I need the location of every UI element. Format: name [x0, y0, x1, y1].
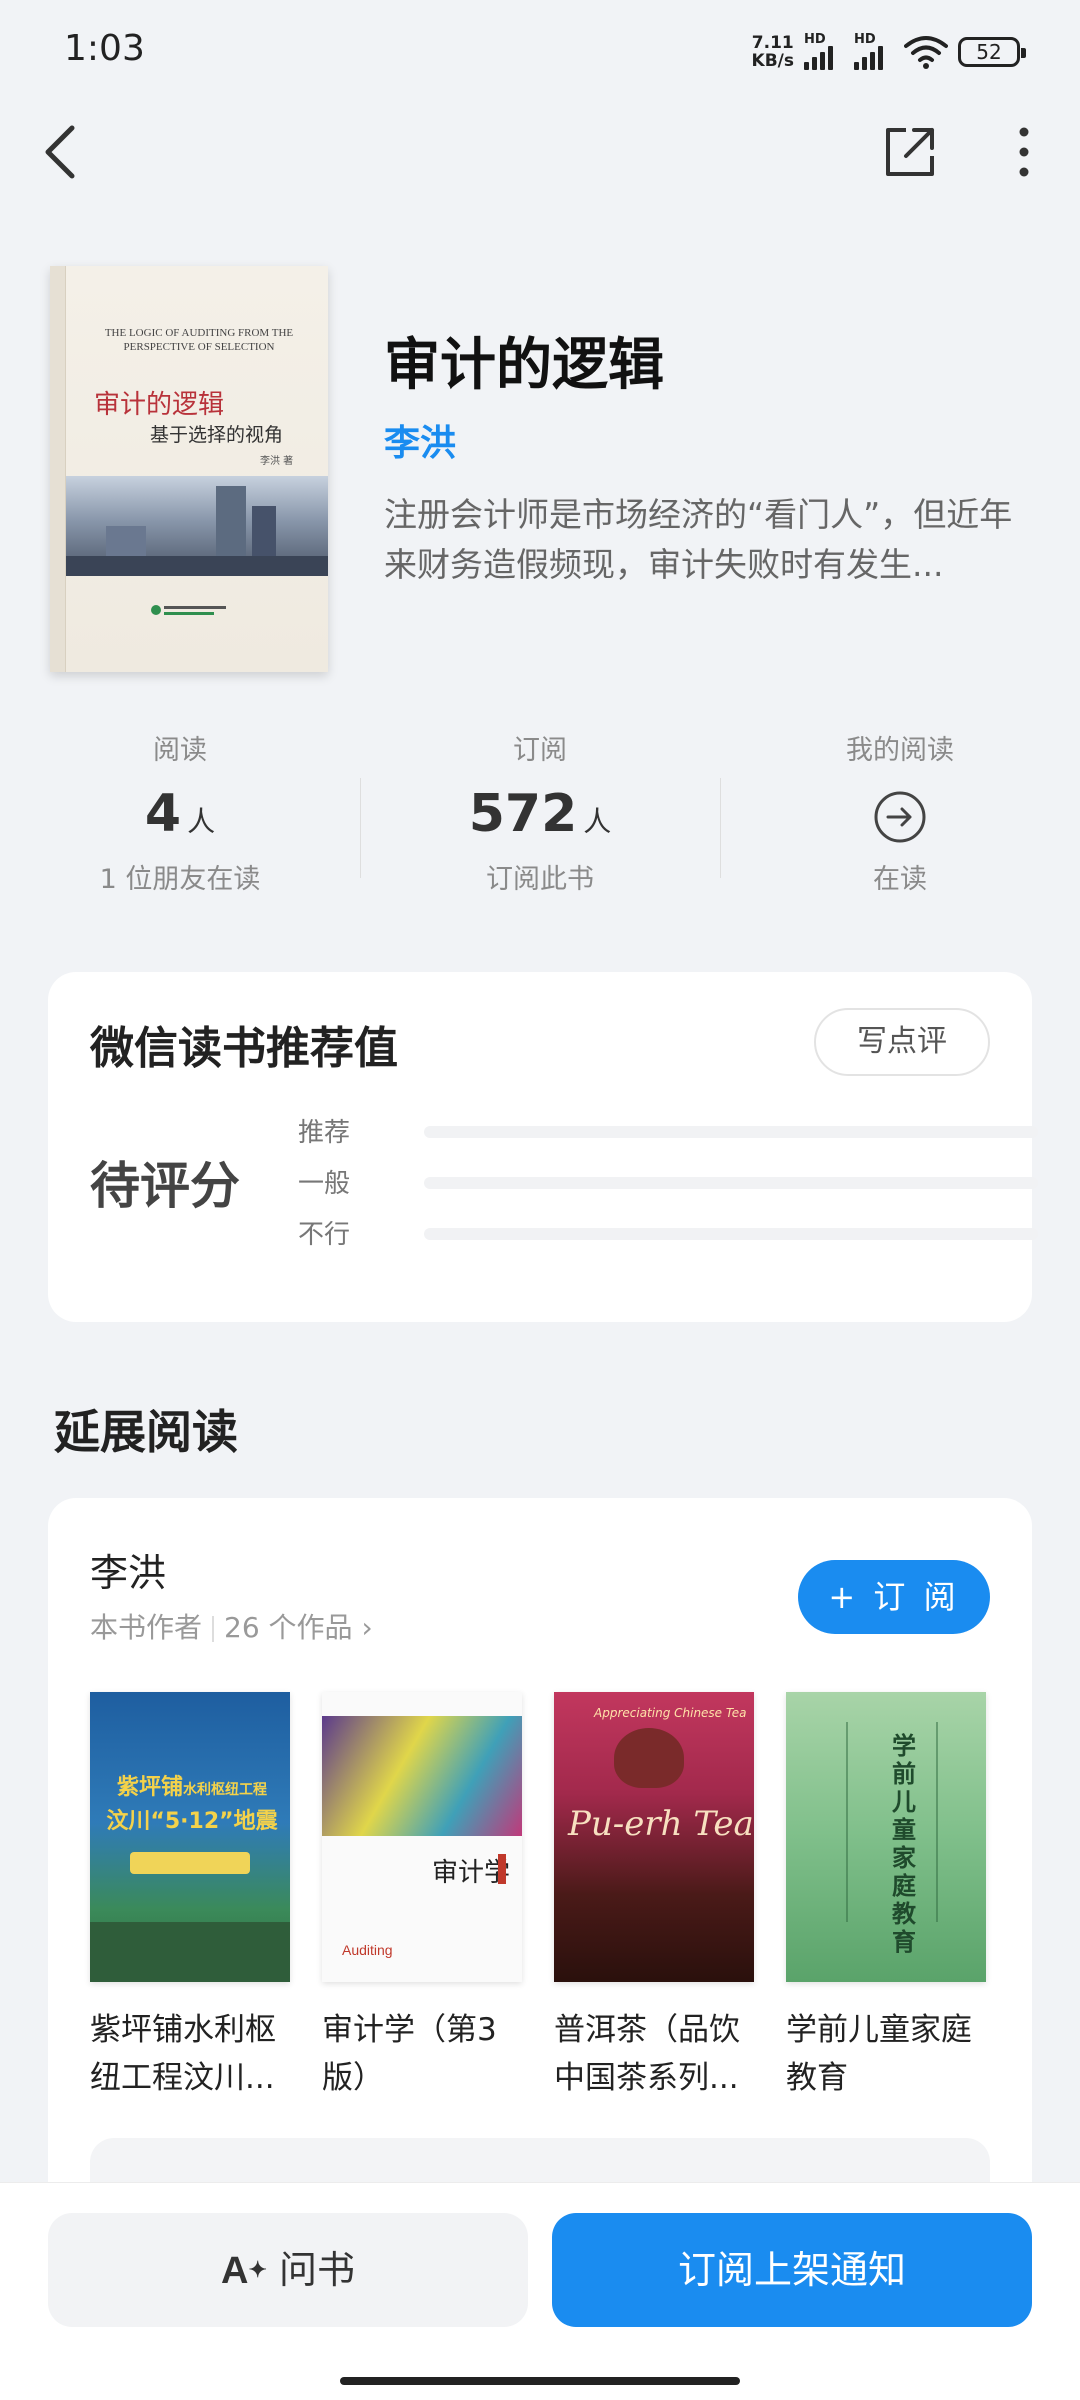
section-title-extended-reading: 延展阅读	[54, 1405, 238, 1459]
chevron-right-icon: ›	[361, 1611, 373, 1644]
book-author-link[interactable]: 李洪	[384, 414, 456, 466]
book-description[interactable]: 注册会计师是市场经济的“看门人”，但近年来财务造假频现，审计失败时有发生...	[384, 490, 1024, 590]
network-speed: 7.11 KB/s	[751, 33, 794, 71]
book-cover: 审计学 Auditing	[322, 1692, 522, 1982]
back-icon[interactable]	[36, 120, 86, 184]
stat-my-reading[interactable]: 我的阅读 在读	[720, 728, 1080, 896]
cover-author: 李洪 著	[260, 456, 294, 467]
battery-icon: 52	[958, 37, 1026, 67]
book-item-title: 普洱茶（品饮中国茶系列...	[554, 2012, 740, 2096]
works-count: 26 个作品	[224, 1611, 353, 1644]
cover-english-title: THE LOGIC OF AUDITING FROM THE PERSPECTI…	[104, 327, 294, 353]
subscribe-author-button[interactable]: + 订 阅	[798, 1560, 990, 1634]
rating-row-recommend: 推荐	[298, 1112, 1038, 1152]
signal-icon: HD	[804, 32, 844, 70]
rating-row-bad: 不行	[298, 1214, 1038, 1254]
book-title: 审计的逻辑	[384, 332, 664, 398]
rating-row-average: 一般	[298, 1163, 1038, 1203]
book-item-title: 紫坪铺水利枢纽工程汶川...	[90, 2012, 276, 2096]
rating-bar	[424, 1126, 1038, 1138]
ai-icon: A✦	[221, 2250, 267, 2292]
book-item-title: 审计学（第3版）	[322, 2012, 497, 2096]
rating-bar	[424, 1177, 1038, 1189]
more-icon[interactable]	[1010, 124, 1038, 180]
book-item[interactable]: 学前儿童家庭教育 学前儿童家庭教育	[786, 1692, 986, 2102]
cover-chinese-title: 审计的逻辑	[94, 390, 225, 420]
status-time: 1:03	[64, 28, 145, 69]
write-review-button[interactable]: 写点评	[814, 1008, 990, 1076]
stat-subscribe[interactable]: 订阅 572 人 订阅此书	[360, 728, 720, 896]
author-card: 李洪 本书作者 26 个作品 › + 订 阅 紫坪铺水利枢纽工程 汶川“5·12”地…	[48, 1498, 1032, 2258]
book-cover-text: Pu-erh Tea	[568, 1804, 754, 1844]
book-item[interactable]: 审计学 Auditing 审计学（第3版）	[322, 1692, 522, 2102]
home-indicator[interactable]	[340, 2377, 740, 2385]
stat-read[interactable]: 阅读 4人 1 位朋友在读	[0, 728, 360, 896]
rating-bar	[424, 1228, 1038, 1240]
book-item[interactable]: Appreciating Chinese Tea Pu-erh Tea 普洱茶（…	[554, 1692, 754, 2102]
book-item[interactable]: 紫坪铺水利枢纽工程 汶川“5·12”地震 紫坪铺水利枢纽工程汶川...	[90, 1692, 290, 2102]
ask-book-button[interactable]: A✦ 问书	[48, 2213, 528, 2327]
bottom-action-bar: A✦ 问书 订阅上架通知	[0, 2182, 1080, 2400]
subscribe-notify-button[interactable]: 订阅上架通知	[552, 2213, 1032, 2327]
cover-photo	[66, 476, 328, 576]
recommendation-title: 微信读书推荐值	[90, 1023, 398, 1074]
share-icon[interactable]	[882, 124, 938, 180]
arrow-right-circle-icon	[874, 791, 926, 843]
stat-read-value: 4	[144, 784, 182, 844]
status-icons: 7.11 KB/s HD HD 52	[751, 30, 1026, 74]
stat-subscribe-value: 572	[468, 784, 578, 844]
book-cover-text: 紫坪铺水利枢纽工程 汶川“5·12”地震	[106, 1775, 278, 1834]
cover-subtitle: 基于选择的视角	[150, 424, 284, 446]
recommendation-card: 微信读书推荐值 写点评 待评分 推荐 一般 不行	[48, 972, 1038, 1322]
book-cover-text: 学前儿童家庭教育	[892, 1732, 916, 1956]
author-name[interactable]: 李洪	[90, 1542, 166, 1597]
book-stats: 阅读 4人 1 位朋友在读 订阅 572 人 订阅此书 我的阅读 在读	[0, 728, 1080, 908]
score-status: 待评分	[90, 1157, 240, 1215]
wifi-icon	[904, 36, 948, 69]
book-cover: 学前儿童家庭教育	[786, 1692, 986, 1982]
author-meta[interactable]: 本书作者 26 个作品 ›	[90, 1606, 373, 1646]
book-item-title: 学前儿童家庭教育	[786, 2012, 972, 2096]
signal-icon: HD	[854, 32, 894, 70]
book-cover: Appreciating Chinese Tea Pu-erh Tea	[554, 1692, 754, 1982]
publisher-logo	[151, 605, 226, 615]
status-bar: 1:03 7.11 KB/s HD HD 52	[0, 0, 1080, 100]
cover-spine	[50, 266, 66, 672]
book-cover[interactable]: THE LOGIC OF AUDITING FROM THE PERSPECTI…	[50, 266, 328, 672]
book-cover: 紫坪铺水利枢纽工程 汶川“5·12”地震	[90, 1692, 290, 1982]
